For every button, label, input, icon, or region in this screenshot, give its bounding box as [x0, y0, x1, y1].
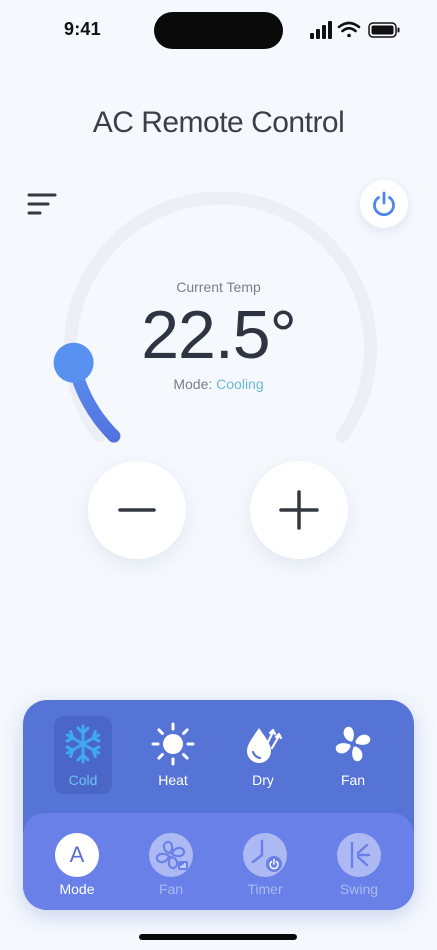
nav-mode-label: Mode [59, 881, 95, 897]
mode-value: Cooling [216, 376, 264, 392]
nav-swing[interactable]: Swing [319, 833, 399, 903]
mode-status: Mode: Cooling [0, 376, 437, 392]
page-title: AC Remote Control [92, 106, 345, 139]
status-bar: 9:41 [0, 0, 437, 60]
swing-glyph [350, 841, 371, 869]
current-temp-label: Current Temp [176, 279, 261, 295]
signal-icon [310, 21, 332, 39]
swing-icon [337, 833, 381, 877]
battery-icon [368, 22, 400, 38]
mode-prefix: Mode: [173, 376, 217, 392]
bottom-nav: A Mode Fan Timer Swing [23, 813, 414, 910]
timer-glyph [251, 839, 282, 872]
temperature-value: 22.5° [141, 297, 297, 373]
mode-dry-label: Dry [252, 772, 274, 788]
home-indicator [139, 934, 297, 940]
fan-icon [335, 726, 371, 762]
increase-temp-button[interactable] [250, 461, 348, 559]
nav-fan[interactable]: Fan [131, 833, 211, 903]
wifi-icon [337, 21, 361, 38]
droplet-icon [247, 728, 283, 763]
mode-heat-button[interactable]: Heat [144, 716, 202, 794]
mode-dry-button[interactable]: Dry [234, 716, 292, 794]
mode-cold-label: Cold [68, 772, 98, 788]
nav-mode[interactable]: A Mode [37, 833, 117, 903]
fan-speed-glyph [155, 840, 188, 870]
nav-timer-label: Timer [247, 881, 283, 897]
mode-heat-label: Heat [158, 772, 188, 788]
nav-timer[interactable]: Timer [225, 833, 305, 903]
nav-swing-label: Swing [339, 881, 379, 897]
dynamic-island [154, 12, 283, 49]
snowflake-icon [65, 724, 101, 764]
mode-fan-button[interactable]: Fan [324, 716, 382, 794]
status-icons [310, 21, 400, 39]
minus-icon [118, 508, 156, 512]
sun-icon [151, 722, 195, 766]
nav-mode-letter: A [69, 842, 85, 867]
mode-fan-label: Fan [340, 772, 366, 788]
mode-auto-icon: A [55, 833, 99, 877]
fan-speed-icon [149, 833, 193, 877]
nav-fan-label: Fan [158, 881, 184, 897]
status-time: 9:41 [64, 19, 101, 39]
decrease-temp-button[interactable] [88, 461, 186, 559]
timer-icon [243, 833, 287, 877]
plus-icon [279, 490, 319, 530]
mode-selector: Cold Heat Dry Fan [23, 700, 414, 812]
control-panel: Cold Heat Dry Fan A Mode Fan Timer Swing [23, 700, 414, 910]
mode-cold-button[interactable]: Cold [54, 716, 112, 794]
